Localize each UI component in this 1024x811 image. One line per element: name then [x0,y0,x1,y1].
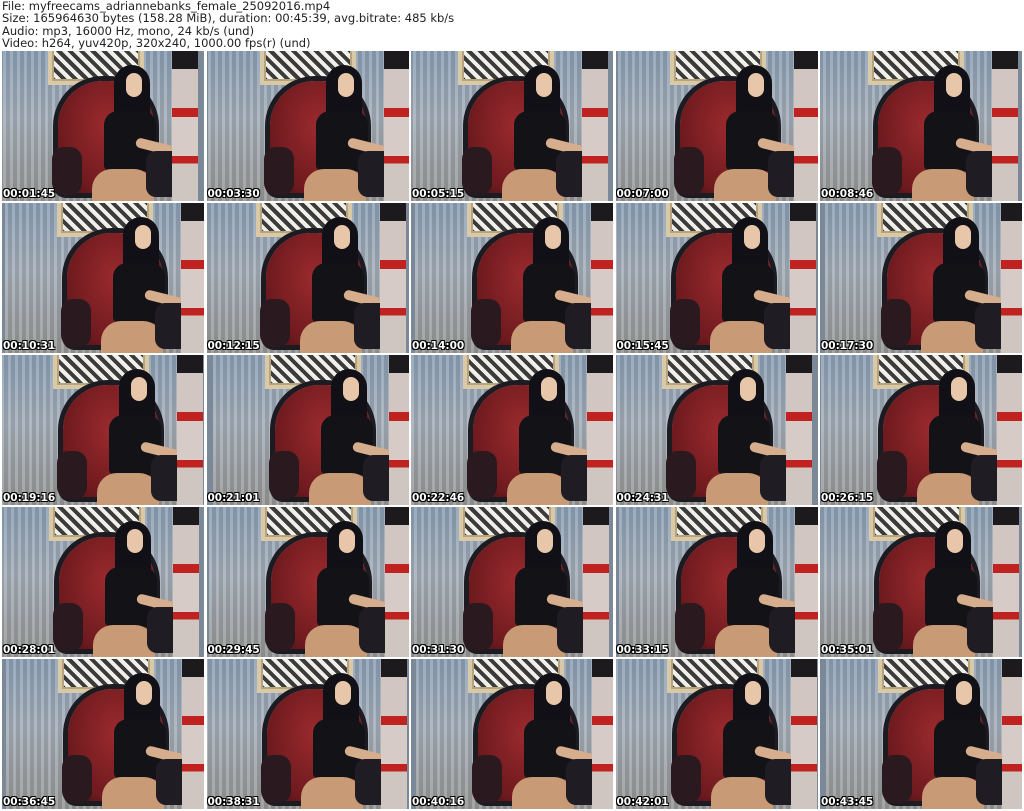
video-frame-image [415,203,613,353]
thumbnail-frame: 00:31:30 [411,507,613,657]
video-frame-image [615,355,812,505]
thumbnail-frame: 00:33:15 [615,507,818,657]
thumbnail-timestamp: 00:26:15 [821,492,874,504]
thumbnail-frame: 00:10:31 [2,203,204,353]
thumbnail-frame: 00:14:00 [411,203,613,353]
thumbnail-timestamp: 00:22:46 [412,492,465,504]
video-frame-image [825,203,1022,353]
thumbnail-timestamp: 00:36:45 [3,796,56,808]
thumbnail-timestamp: 00:19:16 [3,492,56,504]
video-frame-image [617,51,818,201]
thumbnail-frame: 00:28:01 [2,507,204,657]
video-frame-image [206,659,407,809]
thumbnail-timestamp: 00:10:31 [3,340,56,352]
thumbnail-frame: 00:24:31 [615,355,818,505]
video-frame-image [416,659,613,809]
thumbnail-frame: 00:03:30 [206,51,409,201]
thumbnail-timestamp: 00:21:01 [207,492,260,504]
video-frame-image [821,355,1022,505]
thumbnail-frame: 00:42:01 [615,659,818,809]
thumbnail-timestamp: 00:12:15 [207,340,260,352]
video-frame-image [2,51,198,201]
thumbnail-grid: 00:01:45 00:03:30 00:05:15 00:07:00 00:08:46… [2,51,1022,809]
video-frame-image [206,203,406,353]
thumbnail-timestamp: 00:24:31 [616,492,669,504]
thumbnail-frame: 00:40:16 [411,659,613,809]
thumbnail-timestamp: 00:33:15 [616,644,669,656]
thumbnail-frame: 00:38:31 [206,659,409,809]
thumbnail-frame: 00:05:15 [411,51,613,201]
file-size-line: Size: 165964630 bytes (158.28 MiB), dura… [2,11,455,26]
thumbnail-timestamp: 00:14:00 [412,340,465,352]
video-frame-image [615,203,816,353]
video-frame-image [826,659,1022,809]
thumbnail-timestamp: 00:40:16 [412,796,465,808]
video-frame-image [820,51,1018,201]
thumbnail-timestamp: 00:28:01 [3,644,56,656]
video-info-header: File: myfreecams_adriannebanks_female_25… [2,0,1022,50]
thumbnail-timestamp: 00:01:45 [3,188,56,200]
thumbnail-frame: 00:22:46 [411,355,613,505]
thumbnail-timestamp: 00:38:31 [207,796,260,808]
thumbnail-frame: 00:19:16 [2,355,204,505]
thumbnail-frame: 00:43:45 [820,659,1022,809]
video-frame-image [207,51,409,201]
video-frame-image [5,203,204,353]
thumbnail-frame: 00:21:01 [206,355,409,505]
video-frame-image [820,507,1019,657]
thumbnail-frame: 00:29:45 [206,507,409,657]
thumbnail-frame: 00:15:45 [615,203,818,353]
thumbnail-timestamp: 00:05:15 [412,188,465,200]
thumbnail-timestamp: 00:42:01 [616,796,669,808]
video-frame-image [6,659,204,809]
thumbnail-frame: 00:17:30 [820,203,1022,353]
video-info-line: Video: h264, yuv420p, 320x240, 1000.00 f… [2,36,311,51]
thumbnail-timestamp: 00:29:45 [207,644,260,656]
thumbnail-frame: 00:26:15 [820,355,1022,505]
video-frame-image [615,659,817,809]
thumbnail-timestamp: 00:35:01 [821,644,874,656]
thumbnail-frame: 00:35:01 [820,507,1022,657]
thumbnail-frame: 00:36:45 [2,659,204,809]
thumbnail-frame: 00:07:00 [615,51,818,201]
thumbnail-timestamp: 00:43:45 [821,796,874,808]
video-frame-image [411,51,608,201]
video-frame-image [618,507,818,657]
thumbnail-timestamp: 00:15:45 [616,340,669,352]
video-frame-image [2,507,199,657]
thumbnail-timestamp: 00:31:30 [412,644,465,656]
thumbnail-timestamp: 00:03:30 [207,188,260,200]
video-frame-image [212,355,409,505]
video-frame-image [2,355,203,505]
thumbnail-frame: 00:08:46 [820,51,1022,201]
video-frame-image [208,507,409,657]
thumbnail-timestamp: 00:07:00 [616,188,669,200]
thumbnail-frame: 00:12:15 [206,203,409,353]
video-frame-image [411,507,609,657]
thumbnail-timestamp: 00:17:30 [821,340,874,352]
thumbnail-timestamp: 00:08:46 [821,188,874,200]
video-frame-image [411,355,613,505]
thumbnail-frame: 00:01:45 [2,51,204,201]
